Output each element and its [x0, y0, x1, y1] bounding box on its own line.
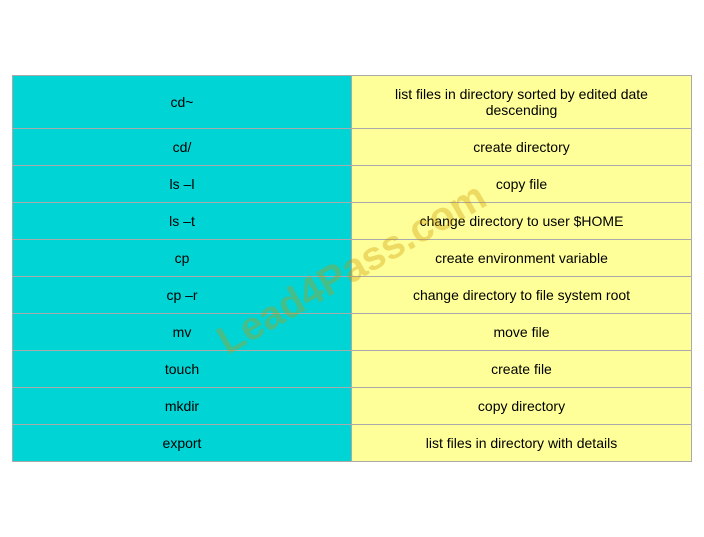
description-cell: create directory — [352, 129, 691, 165]
command-cell: cp — [13, 240, 352, 276]
description-cell: copy file — [352, 166, 691, 202]
table-row: touchcreate file — [13, 351, 691, 388]
table-row: cpcreate environment variable — [13, 240, 691, 277]
command-cell: ls –t — [13, 203, 352, 239]
table-row: ls –lcopy file — [13, 166, 691, 203]
description-cell: list files in directory sorted by edited… — [352, 76, 691, 128]
command-cell: touch — [13, 351, 352, 387]
command-cell: cd/ — [13, 129, 352, 165]
command-table: cd~list files in directory sorted by edi… — [12, 75, 692, 462]
description-cell: change directory to file system root — [352, 277, 691, 313]
description-cell: copy directory — [352, 388, 691, 424]
table-row: mvmove file — [13, 314, 691, 351]
command-cell: export — [13, 425, 352, 461]
command-cell: mv — [13, 314, 352, 350]
description-cell: move file — [352, 314, 691, 350]
main-wrapper: Lead4Pass.com cd~list files in directory… — [12, 65, 692, 472]
command-cell: cp –r — [13, 277, 352, 313]
command-cell: cd~ — [13, 76, 352, 128]
description-cell: list files in directory with details — [352, 425, 691, 461]
table-row: mkdircopy directory — [13, 388, 691, 425]
description-cell: create file — [352, 351, 691, 387]
command-cell: mkdir — [13, 388, 352, 424]
table-row: cd~list files in directory sorted by edi… — [13, 76, 691, 129]
table-row: cp –rchange directory to file system roo… — [13, 277, 691, 314]
description-cell: change directory to user $HOME — [352, 203, 691, 239]
description-cell: create environment variable — [352, 240, 691, 276]
table-row: cd/create directory — [13, 129, 691, 166]
command-cell: ls –l — [13, 166, 352, 202]
table-row: exportlist files in directory with detai… — [13, 425, 691, 461]
table-row: ls –tchange directory to user $HOME — [13, 203, 691, 240]
